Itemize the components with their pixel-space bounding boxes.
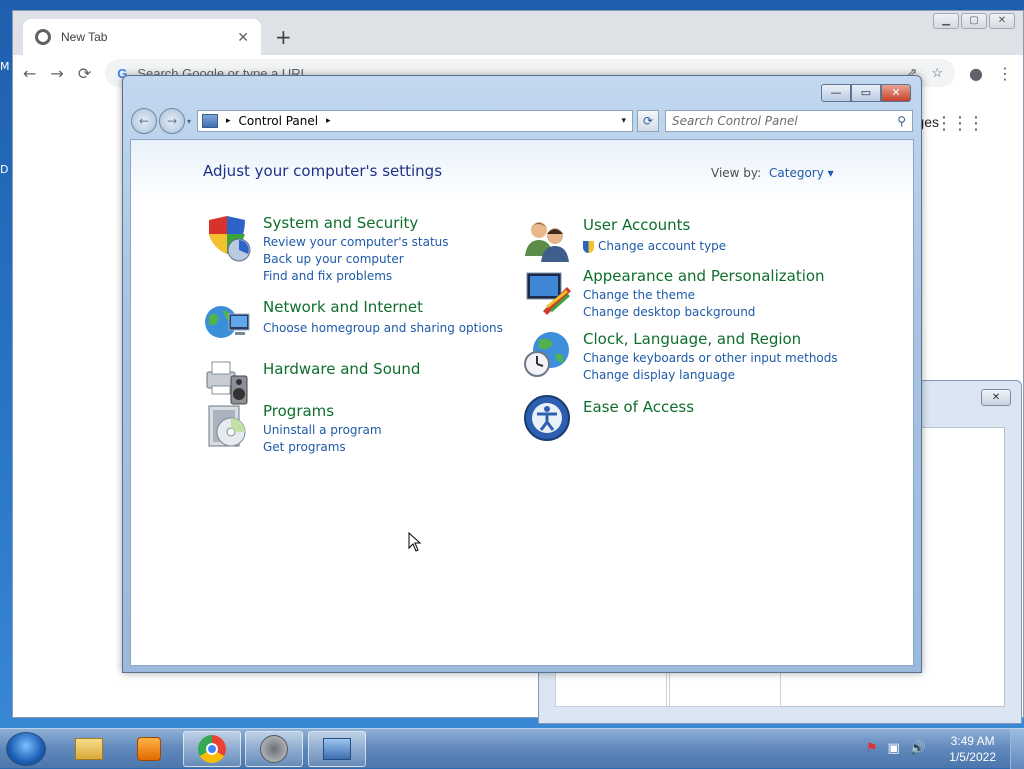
- address-dropdown-icon[interactable]: ▾: [615, 116, 632, 126]
- category-title[interactable]: User Accounts: [583, 216, 690, 234]
- link-find-fix-problems[interactable]: Find and fix problems: [263, 268, 449, 285]
- category-title[interactable]: Programs: [263, 402, 334, 420]
- category-title[interactable]: Clock, Language, and Region: [583, 330, 801, 348]
- minimize-button[interactable]: —: [821, 84, 851, 102]
- uac-shield-icon: [583, 240, 594, 253]
- link-backup[interactable]: Back up your computer: [263, 251, 449, 268]
- link-change-account-type[interactable]: Change account type: [583, 238, 726, 255]
- reload-icon[interactable]: ⟳: [78, 64, 91, 83]
- chrome-window-controls: ▁ ▢ ✕: [933, 13, 1015, 29]
- profile-icon[interactable]: ●: [969, 64, 983, 83]
- back-button[interactable]: ←: [131, 108, 157, 134]
- link-review-status[interactable]: Review your computer's status: [263, 234, 449, 251]
- category-title[interactable]: System and Security: [263, 214, 418, 232]
- network-icon[interactable]: ▣: [888, 741, 900, 756]
- media-player-icon: [137, 737, 161, 761]
- category-title[interactable]: Hardware and Sound: [263, 360, 420, 378]
- speaker-icon: [260, 735, 288, 763]
- clock-time: 3:49 AM: [950, 734, 995, 748]
- category-title[interactable]: Network and Internet: [263, 298, 423, 316]
- chrome-icon: [198, 735, 226, 763]
- show-desktop-button[interactable]: [1010, 729, 1024, 769]
- apps-grid-icon[interactable]: ⋮⋮⋮: [935, 113, 985, 134]
- taskbar-chrome[interactable]: [183, 731, 241, 767]
- shield-icon[interactable]: [203, 214, 251, 262]
- dialog-close-button[interactable]: ✕: [981, 389, 1011, 406]
- control-panel-icon: [202, 114, 219, 128]
- new-tab-button[interactable]: +: [275, 25, 292, 49]
- control-panel-content: Adjust your computer's settings View by:…: [130, 139, 914, 666]
- address-bar[interactable]: ▸ Control Panel ▸ ▾: [197, 110, 634, 132]
- refresh-button[interactable]: ⟳: [637, 110, 660, 132]
- search-icon[interactable]: ⚲: [897, 114, 906, 128]
- network-globe-icon[interactable]: [203, 298, 251, 346]
- tab-close-icon[interactable]: ✕: [237, 29, 249, 46]
- mouse-cursor-icon: [408, 532, 422, 552]
- taskbar-control-panel[interactable]: [308, 731, 366, 767]
- recent-pages-dropdown-icon[interactable]: ▾: [187, 117, 191, 126]
- view-by-label: View by:: [711, 166, 762, 180]
- globe-clock-icon[interactable]: [523, 330, 571, 378]
- breadcrumb-control-panel[interactable]: Control Panel: [239, 114, 319, 128]
- taskbar-explorer[interactable]: [60, 731, 118, 767]
- ease-of-access-icon[interactable]: [523, 394, 571, 442]
- clock-date: 1/5/2022: [949, 750, 996, 764]
- chrome-favicon-icon: [35, 29, 51, 45]
- forward-button[interactable]: →: [159, 108, 185, 134]
- system-tray: ⚑ ▣ 🔊: [866, 741, 926, 756]
- link-change-theme[interactable]: Change the theme: [583, 287, 755, 304]
- tab-title: New Tab: [61, 30, 108, 44]
- taskbar-sound[interactable]: [245, 731, 303, 767]
- desktop-icon-label[interactable]: M: [0, 60, 12, 73]
- taskbar-media-player[interactable]: [120, 731, 178, 767]
- link-change-keyboards[interactable]: Change keyboards or other input methods: [583, 350, 838, 367]
- start-button[interactable]: [6, 732, 46, 766]
- category-title[interactable]: Appearance and Personalization: [583, 267, 825, 285]
- link-get-programs[interactable]: Get programs: [263, 439, 382, 456]
- breadcrumb-separator-icon[interactable]: ▸: [226, 116, 231, 126]
- tab-new-tab[interactable]: New Tab ✕: [23, 19, 261, 55]
- chrome-menu-icon[interactable]: ⋮: [997, 64, 1013, 83]
- link-homegroup-sharing[interactable]: Choose homegroup and sharing options: [263, 320, 503, 337]
- search-input[interactable]: Search Control Panel ⚲: [665, 110, 913, 132]
- maximize-button[interactable]: ▢: [961, 13, 987, 29]
- breadcrumb-separator-icon[interactable]: ▸: [326, 116, 331, 126]
- programs-disc-icon[interactable]: [203, 402, 251, 450]
- bookmark-star-icon[interactable]: ☆: [931, 65, 943, 81]
- close-button[interactable]: ✕: [881, 84, 911, 102]
- volume-icon[interactable]: 🔊: [910, 741, 926, 756]
- view-by-dropdown[interactable]: Category ▾: [769, 166, 834, 180]
- category-title[interactable]: Ease of Access: [583, 398, 694, 416]
- control-panel-window: — ▭ ✕ ← → ▾ ▸ Control Panel ▸ ▾ ⟳ Search…: [122, 75, 922, 673]
- dialog-cell: [669, 671, 781, 707]
- folder-icon: [75, 738, 103, 760]
- users-icon[interactable]: [523, 216, 571, 264]
- clock[interactable]: 3:49 AM 1/5/2022: [949, 733, 996, 765]
- taskbar: ⚑ ▣ 🔊 3:49 AM 1/5/2022: [0, 728, 1024, 769]
- navigation-bar: ← → ▾ ▸ Control Panel ▸ ▾ ⟳ Search Contr…: [131, 107, 913, 135]
- printer-speaker-icon[interactable]: [203, 358, 251, 406]
- action-center-flag-icon[interactable]: ⚑: [866, 741, 878, 756]
- tab-strip: New Tab ✕ + ▁ ▢ ✕: [13, 11, 1023, 55]
- link-change-desktop-background[interactable]: Change desktop background: [583, 304, 755, 321]
- link-uninstall-program[interactable]: Uninstall a program: [263, 422, 382, 439]
- control-panel-taskbar-icon: [323, 738, 351, 760]
- close-button[interactable]: ✕: [989, 13, 1015, 29]
- maximize-button[interactable]: ▭: [851, 84, 881, 102]
- forward-icon[interactable]: →: [50, 64, 63, 83]
- link-change-display-language[interactable]: Change display language: [583, 367, 838, 384]
- search-placeholder: Search Control Panel: [672, 114, 798, 128]
- desktop-icon-label[interactable]: D: [0, 163, 12, 176]
- monitor-paint-icon[interactable]: [523, 267, 571, 315]
- page-title: Adjust your computer's settings: [203, 162, 443, 180]
- minimize-button[interactable]: ▁: [933, 13, 959, 29]
- control-panel-window-controls: — ▭ ✕: [821, 84, 911, 102]
- dialog-cell: [555, 671, 667, 707]
- back-icon[interactable]: ←: [23, 64, 36, 83]
